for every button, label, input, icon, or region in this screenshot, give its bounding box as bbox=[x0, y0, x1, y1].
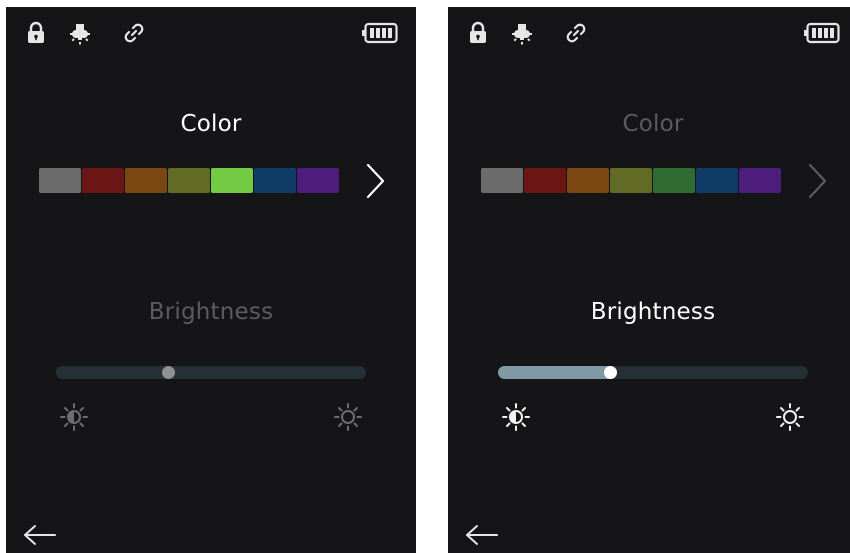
lamp-icon[interactable] bbox=[510, 21, 534, 45]
back-arrow-icon[interactable] bbox=[22, 523, 58, 547]
status-bar bbox=[24, 21, 398, 45]
color-swatch-blue[interactable] bbox=[254, 168, 296, 193]
color-title: Color bbox=[622, 111, 684, 137]
battery-icon bbox=[362, 21, 398, 45]
color-swatch-gray[interactable] bbox=[481, 168, 523, 193]
brightness-slider-fill bbox=[498, 366, 616, 379]
back-arrow-icon[interactable] bbox=[464, 523, 500, 547]
brightness-slider[interactable] bbox=[56, 366, 366, 379]
brightness-slider-fill bbox=[56, 366, 174, 379]
battery-icon bbox=[804, 21, 840, 45]
color-swatch-red[interactable] bbox=[524, 168, 566, 193]
color-screen: Color Brightness bbox=[6, 7, 416, 553]
color-swatch-olive[interactable] bbox=[610, 168, 652, 193]
chevron-right-icon[interactable] bbox=[364, 161, 388, 201]
brightness-title: Brightness bbox=[148, 299, 274, 325]
color-swatch-blue[interactable] bbox=[696, 168, 738, 193]
lock-icon[interactable] bbox=[24, 21, 48, 45]
brightness-low-icon bbox=[502, 403, 530, 431]
color-swatch-green[interactable] bbox=[211, 168, 253, 193]
brightness-high-icon bbox=[334, 403, 362, 431]
color-title: Color bbox=[180, 111, 242, 137]
color-swatch-green[interactable] bbox=[653, 168, 695, 193]
lock-icon[interactable] bbox=[466, 21, 490, 45]
color-swatch-gray[interactable] bbox=[39, 168, 81, 193]
brightness-low-icon bbox=[60, 403, 88, 431]
brightness-slider-thumb[interactable] bbox=[604, 366, 617, 379]
color-swatch-orange[interactable] bbox=[567, 168, 609, 193]
color-swatch-olive[interactable] bbox=[168, 168, 210, 193]
lamp-icon[interactable] bbox=[68, 21, 92, 45]
brightness-slider-thumb[interactable] bbox=[162, 366, 175, 379]
status-bar bbox=[466, 21, 840, 45]
color-swatch-orange[interactable] bbox=[125, 168, 167, 193]
brightness-screen: Color Brightness bbox=[448, 7, 850, 553]
color-swatch-purple[interactable] bbox=[297, 168, 339, 193]
color-swatch-red[interactable] bbox=[82, 168, 124, 193]
brightness-high-icon bbox=[776, 403, 804, 431]
brightness-slider[interactable] bbox=[498, 366, 808, 379]
color-swatch-row bbox=[39, 168, 339, 193]
color-swatch-row bbox=[481, 168, 781, 193]
chevron-right-icon[interactable] bbox=[806, 161, 830, 201]
link-icon[interactable] bbox=[122, 21, 146, 45]
brightness-title: Brightness bbox=[590, 299, 716, 325]
link-icon[interactable] bbox=[564, 21, 588, 45]
color-swatch-purple[interactable] bbox=[739, 168, 781, 193]
